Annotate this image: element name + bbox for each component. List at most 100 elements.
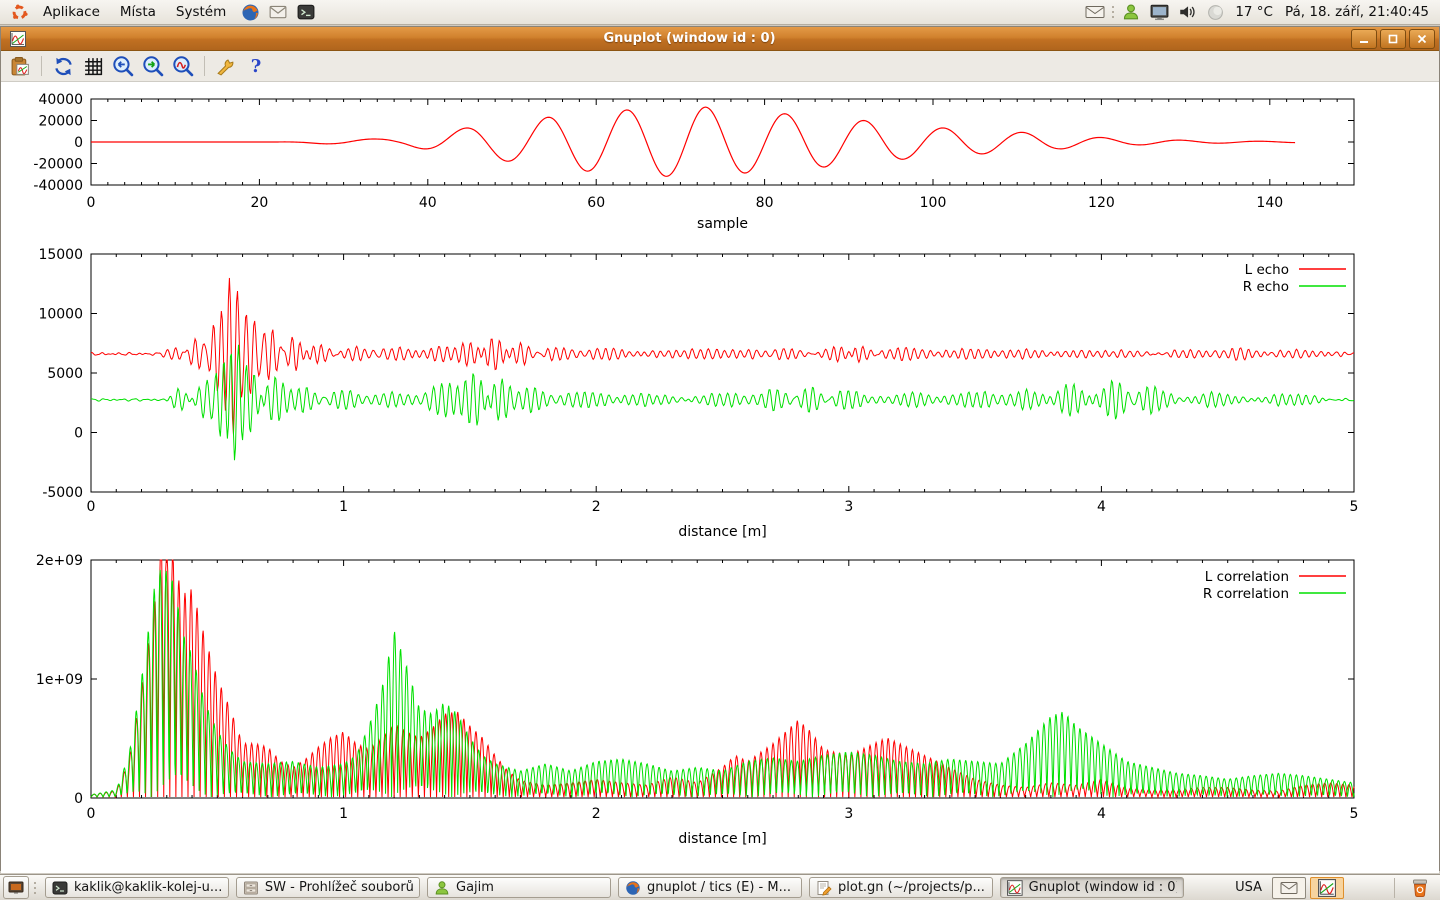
close-button[interactable] xyxy=(1409,29,1435,49)
show-desktop-button[interactable] xyxy=(3,876,29,899)
temperature-indicator[interactable]: 17 °C xyxy=(1235,4,1273,20)
text-editor-icon xyxy=(816,880,832,896)
gnuplot-window-icon xyxy=(8,29,28,49)
task-label: kaklik@kaklik-kolej-u... xyxy=(74,880,222,895)
y-tick-label: -20000 xyxy=(33,157,83,173)
zoom-next-button[interactable] xyxy=(140,53,166,79)
x-tick-label: 5 xyxy=(1350,499,1359,515)
series-r-echo xyxy=(91,345,1354,460)
x-tick-label: 0 xyxy=(87,195,96,211)
task-label: SW - Prohlížeč souborů xyxy=(265,880,413,895)
task-button-text-editor[interactable]: plot.gn (~/projects/p... xyxy=(809,877,993,898)
y-tick-label: 0 xyxy=(74,135,83,151)
chart-3: 01234501e+092e+09distance [m]L correlati… xyxy=(36,553,1359,847)
y-tick-label: 2e+09 xyxy=(36,553,83,569)
menu-places[interactable]: Místa xyxy=(111,2,165,22)
taskbar-handle xyxy=(32,880,38,896)
display-settings-icon[interactable] xyxy=(1149,2,1169,22)
x-tick-label: 3 xyxy=(844,806,853,822)
gnuplot-icon xyxy=(1007,880,1023,896)
legend-label: L echo xyxy=(1245,262,1289,278)
charts-canvas[interactable]: 020406080100120140-40000-200000200004000… xyxy=(1,82,1440,873)
y-tick-label: 0 xyxy=(74,791,83,807)
x-axis-label: sample xyxy=(697,216,748,232)
settings-button[interactable] xyxy=(213,53,239,79)
x-tick-label: 20 xyxy=(250,195,268,211)
x-tick-label: 3 xyxy=(844,499,853,515)
unzoom-button[interactable] xyxy=(170,53,196,79)
toolbar: ? xyxy=(1,51,1439,82)
file-manager-icon xyxy=(243,880,259,896)
help-button[interactable]: ? xyxy=(243,53,269,79)
mail-launcher-icon[interactable] xyxy=(268,2,288,22)
y-tick-label: -40000 xyxy=(33,178,83,194)
task-button-terminal[interactable]: kaklik@kaklik-kolej-u... xyxy=(45,877,229,898)
menu-applications-label: Aplikace xyxy=(43,4,100,20)
y-tick-label: 40000 xyxy=(38,92,83,108)
x-tick-label: 2 xyxy=(592,499,601,515)
legend-label: L correlation xyxy=(1205,569,1289,585)
keyboard-layout-indicator[interactable]: USA xyxy=(1235,880,1262,895)
task-label: plot.gn (~/projects/p... xyxy=(838,880,985,895)
x-tick-label: 5 xyxy=(1350,806,1359,822)
gnuplot-window: Gnuplot (window id : 0) xyxy=(0,26,1440,871)
trash-applet[interactable] xyxy=(1409,877,1431,899)
tray-mail-icon[interactable] xyxy=(1085,2,1105,22)
series-r-correlation xyxy=(91,570,1354,797)
x-tick-label: 0 xyxy=(87,806,96,822)
x-axis-label: distance [m] xyxy=(678,524,766,540)
y-tick-label: 20000 xyxy=(38,114,83,130)
task-button-gnuplot[interactable]: Gnuplot (window id : 0) xyxy=(1000,877,1184,898)
zoom-previous-button[interactable] xyxy=(110,53,136,79)
menu-system[interactable]: Systém xyxy=(167,2,235,22)
ubuntu-logo-icon[interactable] xyxy=(9,2,29,22)
y-tick-label: 10000 xyxy=(38,307,83,323)
menu-system-label: Systém xyxy=(176,4,226,20)
minimize-button[interactable] xyxy=(1351,29,1377,49)
x-tick-label: 140 xyxy=(1256,195,1283,211)
plot-border xyxy=(91,254,1354,492)
replot-button[interactable] xyxy=(50,53,76,79)
chart-1: 020406080100120140-40000-200000200004000… xyxy=(33,92,1354,232)
toolbar-separator xyxy=(204,56,205,76)
gajim-status-icon[interactable] xyxy=(1121,2,1141,22)
task-button-gajim[interactable]: Gajim xyxy=(427,877,611,898)
x-tick-label: 0 xyxy=(87,499,96,515)
tray-gnuplot-indicator[interactable] xyxy=(1310,877,1344,899)
tray-mail-notifier[interactable] xyxy=(1272,877,1306,899)
clock[interactable]: Pá, 18. září, 21:40:45 xyxy=(1285,4,1429,20)
toolbar-separator xyxy=(41,56,42,76)
bottom-taskbar: kaklik@kaklik-kolej-u... SW - Prohlížeč … xyxy=(0,874,1440,900)
maximize-button[interactable] xyxy=(1380,29,1406,49)
task-label: Gnuplot (window id : 0) xyxy=(1029,880,1177,895)
plot-area: 020406080100120140-40000-200000200004000… xyxy=(1,82,1439,873)
menu-applications[interactable]: Aplikace xyxy=(34,2,109,22)
tray-handle xyxy=(1110,4,1116,20)
x-tick-label: 100 xyxy=(920,195,947,211)
terminal-launcher-icon[interactable] xyxy=(296,2,316,22)
top-panel: Aplikace Místa Systém xyxy=(0,0,1440,25)
x-tick-label: 1 xyxy=(339,806,348,822)
y-tick-label: 15000 xyxy=(38,247,83,263)
legend-label: R echo xyxy=(1243,279,1289,295)
titlebar[interactable]: Gnuplot (window id : 0) xyxy=(1,27,1439,51)
question-mark-glyph: ? xyxy=(251,56,262,77)
copy-to-clipboard-button[interactable] xyxy=(7,53,33,79)
firefox-launcher-icon[interactable] xyxy=(240,2,260,22)
task-label: gnuplot / tics (E) - M... xyxy=(647,880,791,895)
y-tick-label: 0 xyxy=(74,426,83,442)
x-axis-label: distance [m] xyxy=(678,831,766,847)
terminal-icon xyxy=(52,880,68,896)
x-tick-label: 60 xyxy=(587,195,605,211)
taskbar-separator xyxy=(1394,878,1395,898)
x-tick-label: 120 xyxy=(1088,195,1115,211)
task-button-firefox[interactable]: gnuplot / tics (E) - M... xyxy=(618,877,802,898)
task-button-file-manager[interactable]: SW - Prohlížeč souborů xyxy=(236,877,420,898)
weather-icon[interactable] xyxy=(1205,2,1225,22)
series-l-correlation xyxy=(91,560,1354,797)
volume-icon[interactable] xyxy=(1177,2,1197,22)
toggle-grid-button[interactable] xyxy=(80,53,106,79)
y-tick-label: 5000 xyxy=(47,366,83,382)
firefox-icon xyxy=(625,880,641,896)
gajim-icon xyxy=(434,880,450,896)
